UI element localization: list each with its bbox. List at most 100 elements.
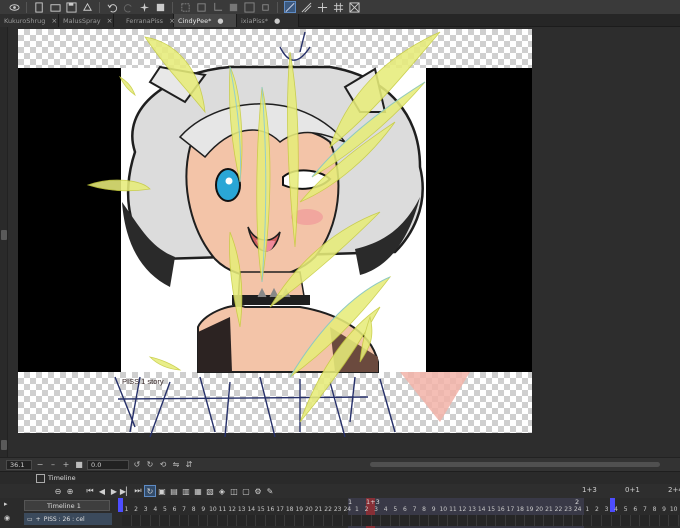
rotate-left-icon[interactable]: ↺ — [132, 460, 142, 470]
fit-icon[interactable]: ■ — [74, 460, 84, 470]
frame-number[interactable]: 19 — [525, 506, 534, 513]
frame-cell[interactable] — [227, 515, 238, 526]
frame-number[interactable]: 21 — [314, 506, 323, 513]
frame-number[interactable]: 16 — [496, 506, 505, 513]
frame-cell[interactable] — [352, 515, 362, 526]
frame-cell[interactable] — [333, 515, 343, 526]
rotation-field[interactable]: 0.0 — [87, 459, 129, 470]
frame-cell[interactable] — [419, 515, 430, 526]
frame-number[interactable]: 6 — [631, 506, 640, 513]
play-icon[interactable]: ▶ — [108, 485, 120, 497]
frame-number[interactable]: 15 — [487, 506, 496, 513]
shrink-selection-icon[interactable] — [259, 1, 271, 13]
frame-number[interactable]: 23 — [564, 506, 573, 513]
frame-number[interactable]: 3 — [141, 506, 150, 513]
tab-malusspray[interactable]: MalusSpray × — [59, 14, 114, 27]
rotate-right-icon[interactable]: ↻ — [145, 460, 155, 470]
grid-snap-icon[interactable] — [316, 1, 328, 13]
frame-number[interactable]: 10 — [669, 506, 678, 513]
frame-number[interactable]: 8 — [420, 506, 429, 513]
frame-number[interactable]: 10 — [439, 506, 448, 513]
frame-number[interactable]: 14 — [477, 506, 486, 513]
frame-cell[interactable] — [429, 515, 439, 526]
frame-number[interactable]: 4 — [151, 506, 160, 513]
frame-cell[interactable] — [198, 515, 209, 526]
frame-cell[interactable] — [304, 515, 314, 526]
frame-number[interactable]: 9 — [660, 506, 669, 513]
frame-cell[interactable] — [534, 515, 545, 526]
frame-cell[interactable] — [170, 515, 180, 526]
horizontal-scrollbar[interactable] — [370, 462, 660, 467]
frame-cell[interactable] — [294, 515, 305, 526]
frame-cell[interactable] — [390, 515, 401, 526]
frame-cell[interactable] — [400, 515, 410, 526]
frame-number[interactable]: 18 — [285, 506, 294, 513]
new-file-icon[interactable] — [33, 1, 45, 13]
frame-cell[interactable] — [467, 515, 478, 526]
timeline-scroll-icon[interactable]: ▸ — [4, 500, 16, 510]
timeline-panel-tab[interactable]: Timeline — [36, 473, 76, 484]
frame-number[interactable]: 9 — [429, 506, 438, 513]
frame-number[interactable]: 3 — [372, 506, 381, 513]
frame-cell[interactable] — [515, 515, 526, 526]
zoom-in-icon[interactable]: + — [61, 460, 71, 470]
frame-cell[interactable] — [544, 515, 554, 526]
loop-playback-icon[interactable]: ↻ — [144, 485, 156, 497]
frame-cell[interactable] — [275, 515, 286, 526]
frame-number[interactable]: 1 — [583, 506, 592, 513]
transform-icon[interactable] — [179, 1, 191, 13]
tab-kukuroshrug[interactable]: KukuroShrug × — [0, 14, 59, 27]
frame-number[interactable]: 8 — [189, 506, 198, 513]
frame-cell[interactable] — [189, 515, 199, 526]
timeline-track-area[interactable]: Timeline 1 ▭ + PISS : 26 : cel ◉ ▸ 1 1+3… — [0, 498, 680, 528]
zoom-in-timeline-icon[interactable]: ⊕ — [64, 485, 76, 497]
frame-number[interactable]: 11 — [448, 506, 457, 513]
frame-number[interactable]: 14 — [247, 506, 256, 513]
expand-selection-icon[interactable] — [243, 1, 255, 13]
thumbnail-icon[interactable]: ▧ — [204, 485, 216, 497]
frame-number[interactable]: 2 — [362, 506, 371, 513]
close-icon[interactable]: × — [51, 17, 57, 25]
keyframe-icon[interactable]: ◈ — [216, 485, 228, 497]
print-icon[interactable] — [81, 1, 93, 13]
frame-number[interactable]: 8 — [650, 506, 659, 513]
frame-number[interactable]: 17 — [276, 506, 285, 513]
ruler-icon[interactable] — [348, 1, 360, 13]
frame-number[interactable]: 22 — [554, 506, 563, 513]
canvas-viewport[interactable]: PISS 1 story — [0, 27, 680, 457]
frame-number[interactable]: 18 — [516, 506, 525, 513]
artwork-canvas[interactable] — [0, 27, 680, 457]
frame-number[interactable]: 5 — [160, 506, 169, 513]
first-frame-icon[interactable]: ⏮ — [84, 485, 96, 497]
frame-number[interactable]: 9 — [199, 506, 208, 513]
frame-number[interactable]: 24 — [573, 506, 582, 513]
flip-vertical-icon[interactable]: ⇵ — [184, 460, 194, 470]
special-ruler-snap-icon[interactable] — [300, 1, 312, 13]
undo-icon[interactable] — [106, 1, 118, 13]
frame-number[interactable]: 7 — [640, 506, 649, 513]
redo-icon[interactable] — [122, 1, 134, 13]
tab-ferranapiss[interactable]: FerranaPiss × — [114, 14, 175, 27]
close-icon[interactable]: × — [107, 17, 113, 25]
frame-number[interactable]: 24 — [343, 506, 352, 513]
last-frame-icon[interactable]: ⏭ — [132, 485, 144, 497]
frame-cell[interactable] — [630, 515, 641, 526]
settings-icon[interactable]: ⚙ — [252, 485, 264, 497]
save-icon[interactable] — [65, 1, 77, 13]
frame-number[interactable]: 5 — [621, 506, 630, 513]
frame-cell[interactable] — [141, 515, 151, 526]
frame-number[interactable]: 3 — [602, 506, 611, 513]
frame-number[interactable]: 21 — [544, 506, 553, 513]
frame-number[interactable]: 10 — [208, 506, 217, 513]
camera-work-icon[interactable]: ◫ — [228, 485, 240, 497]
frame-cell[interactable] — [314, 515, 324, 526]
frame-cell[interactable] — [582, 515, 593, 526]
grid-icon[interactable] — [332, 1, 344, 13]
frame-number[interactable]: 13 — [237, 506, 246, 513]
frame-number[interactable]: 20 — [304, 506, 313, 513]
frame-cell[interactable] — [381, 515, 391, 526]
next-frame-icon[interactable]: ▶▏ — [120, 485, 132, 497]
frame-cell[interactable] — [122, 515, 132, 526]
zoom-out-icon[interactable]: − — [35, 460, 45, 470]
frame-cell[interactable] — [285, 515, 295, 526]
